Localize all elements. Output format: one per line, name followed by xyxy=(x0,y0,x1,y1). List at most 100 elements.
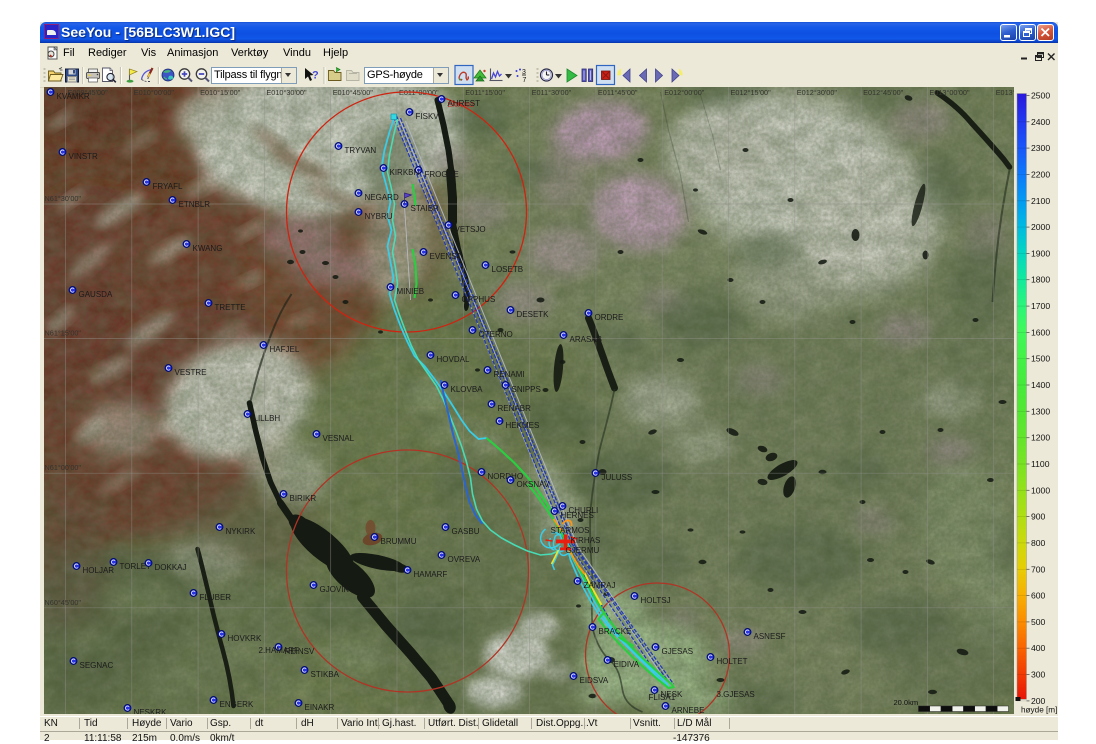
svg-text:600: 600 xyxy=(1031,591,1046,601)
svg-text:VESTRE: VESTRE xyxy=(174,368,206,377)
svg-text:DESETK: DESETK xyxy=(516,310,549,319)
svg-text:EINAKR: EINAKR xyxy=(304,703,334,712)
svg-text:BRACKE: BRACKE xyxy=(598,627,631,636)
svg-text:NESKRK: NESKRK xyxy=(133,708,167,714)
svg-text:N61°15'00": N61°15'00" xyxy=(44,329,81,338)
svg-text:N60°45'00": N60°45'00" xyxy=(44,598,81,607)
svg-text:KIRHAS: KIRHAS xyxy=(570,536,600,545)
svg-text:E010°45'00": E010°45'00" xyxy=(332,88,373,97)
svg-text:GASBU: GASBU xyxy=(451,527,479,536)
svg-text:2400: 2400 xyxy=(1031,117,1050,127)
svg-text:HEKMES: HEKMES xyxy=(505,421,539,430)
svg-text:E012°45'00": E012°45'00" xyxy=(863,88,904,97)
svg-text:STIKBA: STIKBA xyxy=(310,670,339,679)
svg-text:EVENST: EVENST xyxy=(429,252,461,261)
svg-text:E012°15'00": E012°15'00" xyxy=(730,88,771,97)
svg-text:DOKKAJ: DOKKAJ xyxy=(154,563,186,572)
svg-text:VETSJO: VETSJO xyxy=(454,225,485,234)
svg-text:OTERNO: OTERNO xyxy=(478,330,512,339)
svg-text:E011°45'00": E011°45'00" xyxy=(597,88,637,97)
svg-text:E012°30'00": E012°30'00" xyxy=(796,88,837,97)
svg-text:TRETTE: TRETTE xyxy=(214,303,245,312)
svg-text:ZAMRAJ: ZAMRAJ xyxy=(583,581,615,590)
svg-text:GJERMU: GJERMU xyxy=(565,546,599,555)
svg-text:1200: 1200 xyxy=(1031,433,1050,443)
svg-text:GJOVIK: GJOVIK xyxy=(319,585,349,594)
svg-text:LILLBH: LILLBH xyxy=(253,414,280,423)
svg-text:KIRKBN: KIRKBN xyxy=(389,168,419,177)
svg-text:RENABR: RENABR xyxy=(497,404,531,413)
svg-text:800: 800 xyxy=(1031,538,1046,548)
svg-text:7: 7 xyxy=(523,77,527,84)
svg-text:E011°15'00": E011°15'00" xyxy=(465,88,505,97)
svg-text:SNIPPS: SNIPPS xyxy=(511,385,540,394)
svg-text:JULUSS: JULUSS xyxy=(601,473,632,482)
svg-text:E010°00'00": E010°00'00" xyxy=(133,88,174,97)
svg-text:HAMARF: HAMARF xyxy=(413,570,447,579)
svg-text:BRUMMU: BRUMMU xyxy=(380,537,416,546)
svg-text:1600: 1600 xyxy=(1031,327,1050,337)
svg-text:NYKIRK: NYKIRK xyxy=(225,527,255,536)
svg-text:2000: 2000 xyxy=(1031,222,1050,232)
svg-text:VESNAL: VESNAL xyxy=(322,434,354,443)
svg-text:FROGNE: FROGNE xyxy=(424,170,458,179)
svg-text:FISKVI: FISKVI xyxy=(415,112,440,121)
svg-text:E011°30'00": E011°30'00" xyxy=(531,88,571,97)
svg-text:ORDRE: ORDRE xyxy=(594,313,623,322)
svg-text:2.HAMARF: 2.HAMARF xyxy=(258,646,299,655)
svg-text:HOLJAR: HOLJAR xyxy=(82,566,114,575)
svg-text:2200: 2200 xyxy=(1031,170,1050,180)
svg-text:FLISA1: FLISA1 xyxy=(648,693,675,702)
svg-text:20.0km: 20.0km xyxy=(893,698,918,707)
svg-text:ETNBLR: ETNBLR xyxy=(178,200,210,209)
svg-text:NYBRU: NYBRU xyxy=(364,212,392,221)
svg-text:400: 400 xyxy=(1031,643,1046,653)
svg-text:KVAMKR: KVAMKR xyxy=(56,92,89,101)
svg-text:1500: 1500 xyxy=(1031,354,1050,364)
svg-text:HAFJEL: HAFJEL xyxy=(269,345,299,354)
svg-text:STAIBR: STAIBR xyxy=(410,204,439,213)
svg-text:KWANG: KWANG xyxy=(192,244,222,253)
svg-text:E010°30'00": E010°30'00" xyxy=(266,88,307,97)
svg-text:ENGERK: ENGERK xyxy=(219,700,253,709)
svg-text:2300: 2300 xyxy=(1031,143,1050,153)
svg-text:E010°15'00": E010°15'00" xyxy=(200,88,241,97)
svg-text:1900: 1900 xyxy=(1031,248,1050,258)
svg-text:1700: 1700 xyxy=(1031,301,1050,311)
svg-text:HOLTSJ: HOLTSJ xyxy=(640,596,670,605)
svg-text:HOVKRK: HOVKRK xyxy=(227,634,261,643)
svg-text:900: 900 xyxy=(1031,512,1046,522)
svg-text:2100: 2100 xyxy=(1031,196,1050,206)
svg-text:CHURLI: CHURLI xyxy=(568,506,598,515)
svg-text:1000: 1000 xyxy=(1031,485,1050,495)
svg-text:E012°00'00": E012°00'00" xyxy=(664,88,705,97)
svg-text:1100: 1100 xyxy=(1031,459,1050,469)
svg-text:MINIEB: MINIEB xyxy=(396,287,424,296)
svg-text:700: 700 xyxy=(1031,564,1046,574)
svg-text:2500: 2500 xyxy=(1031,91,1050,101)
svg-text:NEGARD: NEGARD xyxy=(364,193,398,202)
svg-text:TRYVAN: TRYVAN xyxy=(344,146,376,155)
svg-text:høyde [m]: høyde [m] xyxy=(1021,706,1057,715)
svg-text:500: 500 xyxy=(1031,617,1046,627)
svg-text:GJESAS: GJESAS xyxy=(661,647,693,656)
svg-text:BIRIKR: BIRIKR xyxy=(289,494,316,503)
svg-text:FLUBER: FLUBER xyxy=(199,593,231,602)
svg-text:GAUSDA: GAUSDA xyxy=(78,290,112,299)
svg-text:OPPHUS: OPPHUS xyxy=(461,295,495,304)
svg-text:LOSETB: LOSETB xyxy=(491,265,523,274)
svg-text:ARNEBE: ARNEBE xyxy=(671,706,704,714)
svg-text:E013°15'00": E013°15'00" xyxy=(995,88,1014,97)
svg-text:FRYAFL: FRYAFL xyxy=(152,182,182,191)
svg-text:3.GJESAS: 3.GJESAS xyxy=(716,690,754,699)
svg-text:ARASAB: ARASAB xyxy=(569,335,601,344)
svg-text:1800: 1800 xyxy=(1031,275,1050,285)
svg-text:1400: 1400 xyxy=(1031,380,1050,390)
svg-text:200: 200 xyxy=(1031,696,1046,706)
svg-text:SEGNAC: SEGNAC xyxy=(79,661,113,670)
svg-text:HOVDAL: HOVDAL xyxy=(436,355,469,364)
svg-text:1300: 1300 xyxy=(1031,406,1050,416)
svg-text:KLOVBA: KLOVBA xyxy=(450,385,483,394)
svg-text:ASNESF: ASNESF xyxy=(753,632,785,641)
svg-text:RENAMI: RENAMI xyxy=(493,370,524,379)
